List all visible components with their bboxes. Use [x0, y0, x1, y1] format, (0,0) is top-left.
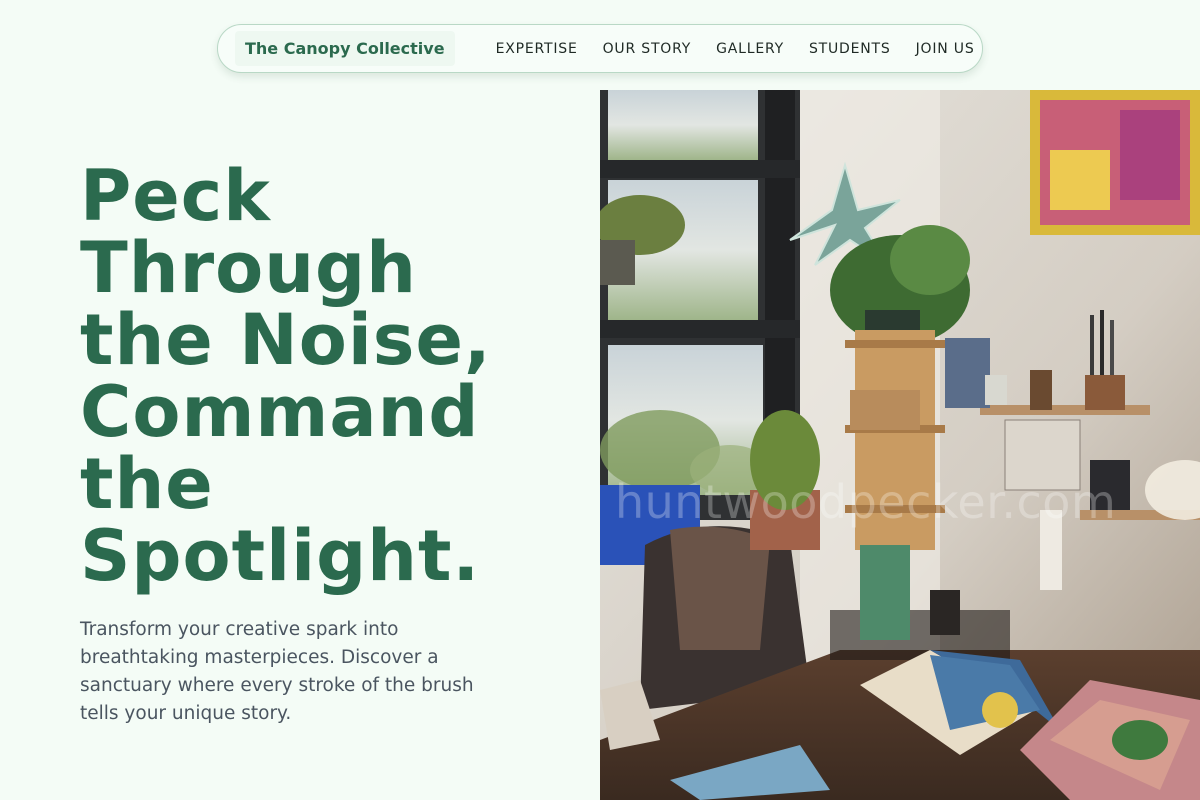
nav-links: EXPERTISE OUR STORY GALLERY STUDENTS JOI… [496, 41, 975, 57]
hero-subtitle-line: sanctuary where every stroke of the brus… [80, 675, 474, 696]
hero-headline-line: Command [80, 371, 480, 453]
hero-subtitle-line: tells your unique story. [80, 703, 292, 724]
hero-headline-line: Peck [80, 155, 271, 237]
landing-page: The Canopy Collective EXPERTISE OUR STOR… [0, 0, 1200, 800]
hero-headline-line: Through [80, 227, 417, 309]
hero-subtitle-line: Transform your creative spark into [80, 619, 399, 640]
nav-link-gallery[interactable]: GALLERY [716, 41, 784, 57]
hero-headline-line: the Noise, [80, 299, 492, 381]
image-watermark: huntwoodpecker.com [615, 475, 1117, 529]
hero-headline: Peck Through the Noise, Command the Spot… [80, 160, 580, 592]
hero-subtitle: Transform your creative spark into breat… [80, 616, 520, 728]
hero-headline-line: the [80, 443, 214, 525]
brand-logo-link[interactable]: The Canopy Collective [235, 31, 455, 66]
nav-link-join-us[interactable]: JOIN US [916, 41, 975, 57]
nav-link-students[interactable]: STUDENTS [809, 41, 891, 57]
top-navigation: The Canopy Collective EXPERTISE OUR STOR… [217, 24, 983, 73]
hero-subtitle-line: breathtaking masterpieces. Discover a [80, 647, 439, 668]
nav-link-our-story[interactable]: OUR STORY [603, 41, 692, 57]
hero-headline-line: Spotlight. [80, 515, 481, 597]
nav-link-expertise[interactable]: EXPERTISE [496, 41, 578, 57]
studio-illustration [600, 90, 1200, 800]
hero-studio-image: huntwoodpecker.com [600, 90, 1200, 800]
